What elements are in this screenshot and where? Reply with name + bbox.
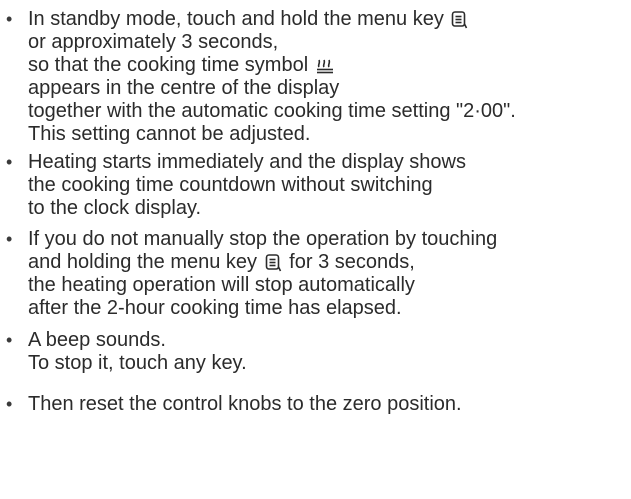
bullet: • (6, 9, 13, 29)
line-text: for 3 seconds, (283, 251, 415, 273)
text-line: Then reset the control knobs to the zero… (28, 393, 462, 415)
text-line: If you do not manually stop the operatio… (28, 228, 498, 250)
text-line: the cooking time countdown without switc… (28, 174, 433, 196)
text-line: together with the automatic cooking time… (28, 100, 516, 122)
text-line: This setting cannot be adjusted. (28, 123, 311, 145)
line-text: and holding the menu key (28, 251, 263, 273)
text-line: to the clock display. (28, 197, 202, 219)
bullet: • (6, 229, 13, 249)
menu-key-icon (265, 253, 282, 272)
menu-key-icon (451, 10, 468, 29)
line-text: In standby mode, touch and hold the menu… (28, 8, 450, 30)
line-text: so that the cooking time symbol (28, 54, 314, 76)
cooking-time-icon (316, 57, 335, 74)
text-line: so that the cooking time symbol (28, 54, 337, 77)
text-line: A beep sounds. (28, 329, 166, 351)
instruction-list: • In standby mode, touch and hold the me… (0, 0, 631, 499)
text-line: the heating operation will stop automati… (28, 274, 415, 296)
text-line: Heating starts immediately and the displ… (28, 151, 466, 173)
text-line: In standby mode, touch and hold the menu… (28, 8, 470, 31)
text-line: To stop it, touch any key. (28, 352, 247, 374)
bullet: • (6, 330, 13, 350)
text-line: appears in the centre of the display (28, 77, 340, 99)
text-line: and holding the menu key for 3 seconds, (28, 251, 415, 274)
text-line: after the 2-hour cooking time has elapse… (28, 297, 402, 319)
text-line: or approximately 3 seconds, (28, 31, 279, 53)
bullet: • (6, 394, 13, 414)
bullet: • (6, 152, 13, 172)
